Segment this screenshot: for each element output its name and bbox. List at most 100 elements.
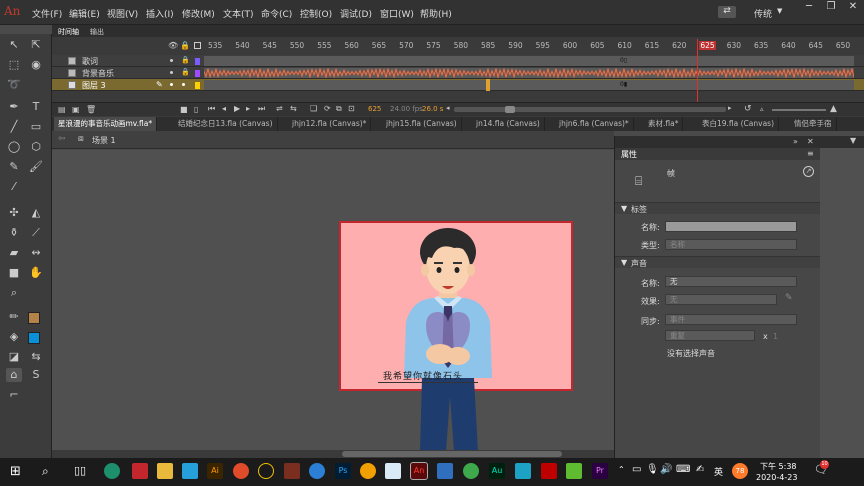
doc-tab[interactable]: 结婚纪念日13.fla (Canvas) bbox=[174, 117, 278, 131]
current-frame[interactable]: 625 bbox=[368, 105, 381, 113]
edit-pencil-icon[interactable]: ✎ bbox=[785, 293, 793, 303]
doc-tab[interactable]: jhjn6.fla (Canvas)* bbox=[555, 117, 634, 131]
camera-toggle-icon[interactable]: ■ bbox=[180, 105, 188, 114]
loop-icon[interactable]: ⇌ bbox=[276, 104, 283, 113]
polystar-tool-icon[interactable]: ⬡ bbox=[28, 140, 44, 154]
type-select[interactable]: 名称 bbox=[665, 239, 797, 250]
app-icon-swf[interactable] bbox=[233, 463, 249, 479]
brush-icon[interactable]: ⁄ bbox=[6, 180, 22, 194]
ime-indicator[interactable]: 英 bbox=[714, 465, 723, 478]
section-label[interactable]: ▼ 标签 bbox=[615, 202, 821, 214]
audition-icon[interactable]: Au bbox=[489, 463, 505, 479]
free-transform-icon[interactable]: ⬚ bbox=[6, 58, 22, 72]
lasso-icon[interactable]: ➰ bbox=[6, 78, 22, 92]
outline-icon[interactable] bbox=[194, 42, 201, 49]
menu-edit[interactable]: 编辑(E) bbox=[69, 7, 100, 20]
menu-debug[interactable]: 调试(D) bbox=[340, 7, 372, 20]
close-icon[interactable]: ✕ bbox=[807, 137, 814, 146]
sound-name-select[interactable]: 无 bbox=[665, 276, 797, 287]
chevron-down-icon[interactable]: ▼ bbox=[621, 258, 627, 267]
back-arrow-icon[interactable]: ⇦ bbox=[58, 134, 66, 144]
onion-outline-icon[interactable]: ⟳ bbox=[324, 104, 331, 113]
pause-icon[interactable]: ▯ bbox=[194, 105, 198, 114]
eyedropper-icon[interactable]: ⟋ bbox=[28, 226, 44, 240]
pen-input-icon[interactable]: ✍ bbox=[696, 464, 704, 475]
black-white-icon[interactable]: ◪ bbox=[6, 350, 22, 364]
subselection-tool-icon[interactable]: ⇱ bbox=[28, 38, 44, 52]
task-view-icon[interactable]: ▯▯ bbox=[74, 464, 86, 477]
doc-tab[interactable]: jhjn12.fla (Canvas)* bbox=[288, 117, 372, 131]
windows-start-icon[interactable]: ⊞ bbox=[10, 464, 21, 479]
center-frame-icon[interactable]: ⇆ bbox=[290, 104, 297, 113]
delete-icon[interactable]: 🗑 bbox=[86, 105, 96, 114]
app-icon-network[interactable] bbox=[515, 463, 531, 479]
search-icon[interactable]: ⌕ bbox=[42, 464, 49, 479]
doc-tab[interactable]: 表白19.fla (Canvas) bbox=[698, 117, 780, 131]
scene-label[interactable]: 场景 1 bbox=[92, 135, 116, 146]
repeat-select[interactable]: 重复 bbox=[665, 330, 755, 341]
pen-icon[interactable]: ✒ bbox=[6, 100, 22, 114]
keyframe-marker[interactable]: 0▯ bbox=[620, 57, 627, 64]
help-icon[interactable]: ↗ bbox=[803, 166, 814, 177]
new-layer-icon[interactable]: ▤ bbox=[58, 105, 66, 114]
frame-name-input[interactable] bbox=[665, 221, 797, 232]
photoshop-icon[interactable]: Ps bbox=[335, 463, 351, 479]
layer-name[interactable]: 歌词 bbox=[82, 56, 98, 67]
menu-help[interactable]: 帮助(H) bbox=[420, 7, 452, 20]
workspace-switcher[interactable]: 传统 bbox=[754, 7, 772, 20]
stage-hscrollbar[interactable] bbox=[52, 450, 614, 458]
scroll-right-icon[interactable]: ▸ bbox=[728, 104, 732, 112]
layer-row-selected[interactable]: 图层 3 ✎ 0▮ bbox=[52, 79, 864, 91]
camera-icon[interactable]: ■ bbox=[6, 266, 22, 280]
zoom-icon[interactable]: ⌕ bbox=[6, 286, 22, 300]
animate-icon[interactable]: An bbox=[410, 462, 428, 480]
frame-ruler[interactable]: 535 540 545 550 555 560 565 570 575 580 585 590 595 6… bbox=[204, 39, 864, 53]
section-sound[interactable]: ▼ 声音 bbox=[615, 256, 821, 268]
camtasia-icon[interactable] bbox=[566, 463, 582, 479]
character-illustration[interactable] bbox=[392, 226, 502, 452]
sync-icon[interactable]: ⇄ bbox=[718, 6, 736, 18]
zoom-out-icon[interactable]: ▵ bbox=[760, 105, 764, 113]
visibility-dot[interactable] bbox=[170, 59, 173, 62]
line-tool-icon[interactable]: ╱ bbox=[6, 120, 22, 134]
layer-name[interactable]: 背景音乐 bbox=[82, 68, 114, 79]
menu-icon[interactable]: ≡ bbox=[807, 149, 814, 158]
qq-icon[interactable] bbox=[258, 463, 274, 479]
keyframe-marker[interactable]: 0▮ bbox=[620, 81, 627, 88]
bone-tool-icon[interactable]: ✣ bbox=[6, 206, 22, 220]
effect-select[interactable]: 无 bbox=[665, 294, 777, 305]
smooth-icon[interactable]: S bbox=[28, 368, 44, 382]
chevron-up-icon[interactable]: ⌃ bbox=[618, 465, 625, 474]
tab-output[interactable]: 输出 bbox=[90, 27, 104, 37]
lock-icon[interactable]: 🔒 bbox=[181, 68, 190, 76]
minimize-icon[interactable]: ─ bbox=[798, 0, 820, 14]
app-icon-xbox[interactable] bbox=[104, 463, 120, 479]
chevron-down-icon[interactable]: ▼ bbox=[621, 204, 627, 213]
clock-date[interactable]: 2020-4-23 bbox=[756, 473, 797, 482]
layer-name[interactable]: 图层 3 bbox=[82, 80, 106, 91]
eraser-icon[interactable]: ▰ bbox=[6, 246, 22, 260]
app-icon-green[interactable] bbox=[463, 463, 479, 479]
app-icon-media[interactable] bbox=[284, 463, 300, 479]
lock-icon[interactable]: 🔒 bbox=[180, 41, 190, 50]
scroll-left-icon[interactable]: ◂ bbox=[446, 104, 450, 112]
doc-tab-active[interactable]: 星浪漫的事音乐动画mv.fla* bbox=[54, 117, 158, 131]
timeline-scrollbar[interactable] bbox=[454, 107, 726, 112]
app-icon-tv[interactable] bbox=[182, 463, 198, 479]
oval-tool-icon[interactable]: ◯ bbox=[6, 140, 22, 154]
network-icon[interactable]: ⌨ bbox=[676, 464, 690, 475]
app-icon-u[interactable] bbox=[360, 463, 376, 479]
menu-window[interactable]: 窗口(W) bbox=[380, 7, 414, 20]
eye-icon[interactable]: 👁 bbox=[168, 41, 178, 50]
timeline-scroll-thumb[interactable] bbox=[505, 106, 515, 113]
repeat-count[interactable]: 1 bbox=[773, 332, 778, 341]
playhead[interactable] bbox=[697, 39, 698, 102]
menu-view[interactable]: 视图(V) bbox=[107, 7, 138, 20]
prev-frame-icon[interactable]: ◂ bbox=[222, 104, 226, 113]
menu-file[interactable]: 文件(F) bbox=[32, 7, 62, 20]
menu-modify[interactable]: 修改(M) bbox=[182, 7, 215, 20]
lock-icon[interactable]: 🔒 bbox=[181, 56, 190, 64]
3d-rotation-icon[interactable]: ◉ bbox=[28, 58, 44, 72]
pencil-icon[interactable]: ✎ bbox=[6, 160, 22, 174]
pencil-icon[interactable]: ✎ bbox=[156, 80, 163, 89]
